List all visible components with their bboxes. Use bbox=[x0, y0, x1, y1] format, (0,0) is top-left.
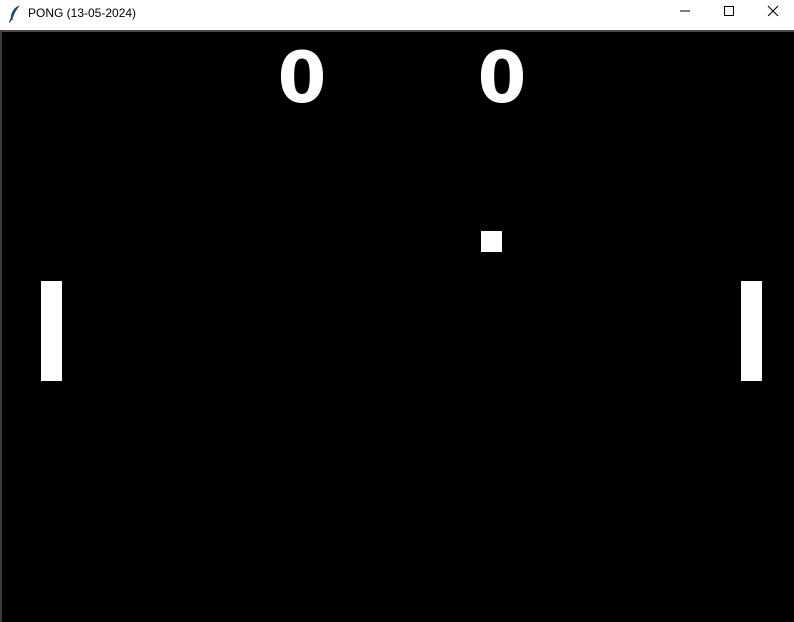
close-button[interactable] bbox=[750, 0, 794, 26]
ball bbox=[481, 231, 502, 252]
minimize-button[interactable] bbox=[662, 0, 708, 26]
left-player-score: 0 bbox=[277, 37, 327, 119]
app-window: PONG (13-05-2024) 0 0 bbox=[0, 0, 794, 622]
window-title: PONG (13-05-2024) bbox=[28, 6, 137, 20]
right-player-score: 0 bbox=[477, 37, 527, 119]
maximize-icon bbox=[723, 4, 735, 22]
maximize-button[interactable] bbox=[706, 0, 752, 26]
close-icon bbox=[767, 4, 779, 22]
left-paddle bbox=[41, 281, 62, 381]
title-bar[interactable]: PONG (13-05-2024) bbox=[0, 0, 794, 30]
right-paddle bbox=[741, 281, 762, 381]
feather-icon bbox=[8, 5, 22, 23]
game-canvas[interactable]: 0 0 bbox=[0, 30, 794, 622]
minimize-icon bbox=[679, 4, 691, 22]
